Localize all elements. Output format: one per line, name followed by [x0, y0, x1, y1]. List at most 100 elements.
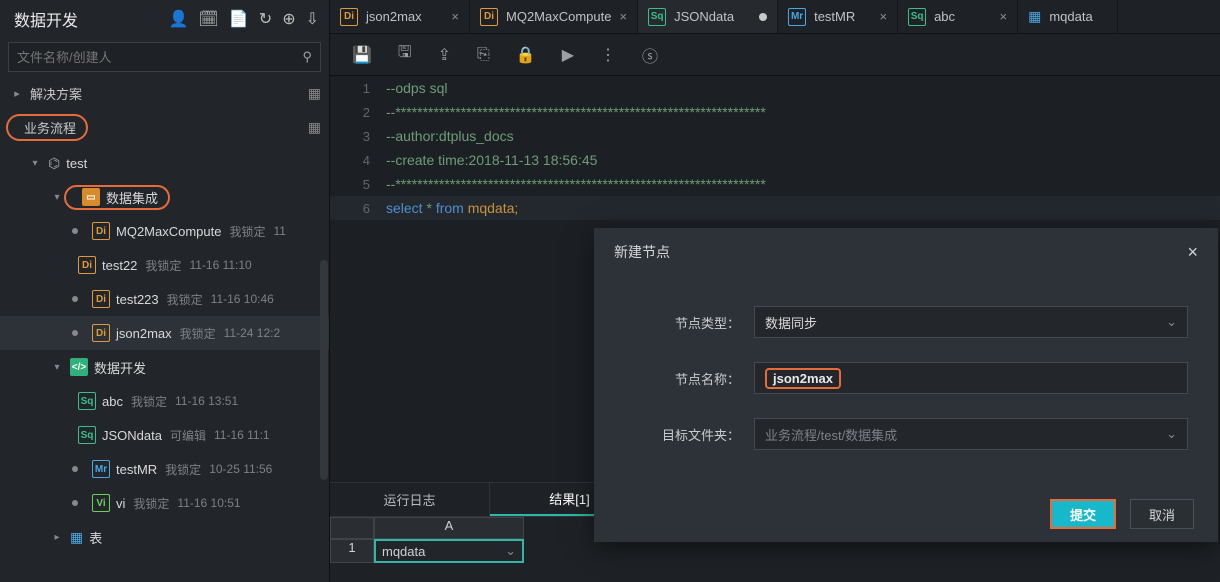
chevron-down-icon: ▾ [50, 362, 64, 373]
chevron-right-icon: ▸ [10, 87, 24, 100]
chevron-down-icon: ▾ [50, 192, 64, 203]
dropdown-icon[interactable]: ⌄ [505, 543, 516, 559]
grid-cell[interactable]: mqdata ⌄ [374, 539, 524, 563]
tree-item-name: JSONdata [102, 428, 162, 443]
tab-bar: Di json2max × Di MQ2MaxCompute × Sq JSON… [330, 0, 1220, 34]
code-text: --**************************************… [386, 104, 766, 120]
more-icon[interactable]: ⋮ [600, 45, 616, 65]
close-icon[interactable]: × [879, 9, 887, 24]
submit-icon[interactable]: ⇪ [438, 45, 451, 65]
code-text: --create time:2018-11-13 18:56:45 [386, 152, 597, 168]
tree-item[interactable]: Di json2max 我锁定 11-24 12:2 [0, 316, 329, 350]
tab-log[interactable]: 运行日志 [330, 483, 490, 516]
node-type-select[interactable]: 数据同步 ⌄ [754, 306, 1188, 338]
sidebar-scrollbar[interactable] [320, 260, 328, 480]
tree-item[interactable]: Sq abc 我锁定 11-16 13:51 [0, 384, 329, 418]
tab-mq2max[interactable]: Di MQ2MaxCompute × [470, 0, 638, 33]
tree-item-name: abc [102, 394, 123, 409]
dirty-indicator [759, 13, 767, 21]
tree-item-time: 11-24 12:2 [224, 326, 281, 340]
section-flows[interactable]: 业务流程 ▦ [0, 110, 329, 144]
tab-abc[interactable]: Sq abc × [898, 0, 1018, 33]
grid-icon[interactable]: ▦ [308, 85, 319, 102]
submit-button[interactable]: 提交 [1050, 499, 1116, 529]
tree-item[interactable]: Sq JSONdata 可编辑 11-16 11:1 [0, 418, 329, 452]
tree-item[interactable]: Di test223 我锁定 11-16 10:46 [0, 282, 329, 316]
grid-row-header[interactable]: 1 [330, 539, 374, 563]
sq-icon: Sq [78, 426, 96, 444]
tree-item-meta: 我锁定 [167, 291, 203, 308]
tree-item-time: 11-16 13:51 [175, 394, 238, 408]
code-text: --odps sql [386, 80, 447, 96]
tree-node-dev[interactable]: ▾ </> 数据开发 [0, 350, 329, 384]
save-icon[interactable]: 💾 [352, 45, 372, 65]
sq-icon: Sq [908, 8, 926, 26]
tab-json2max[interactable]: Di json2max × [330, 0, 470, 33]
grid-corner[interactable] [330, 517, 374, 539]
deploy-icon[interactable]: ⎘ [477, 46, 490, 64]
tree-node-test[interactable]: ▾ ⌬ test [0, 146, 329, 180]
sq-icon: Sq [648, 8, 666, 26]
import-icon[interactable]: ⇩ [306, 9, 319, 29]
chevron-right-icon: ▸ [50, 532, 64, 543]
table-icon: ▦ [1028, 8, 1041, 25]
tree-node-tables[interactable]: ▸ ▦ 表 [0, 520, 329, 554]
status-dot [72, 466, 78, 472]
table-icon: ▦ [70, 529, 83, 546]
tab-label: mqdata [1049, 9, 1092, 24]
code-keyword: from [436, 200, 464, 216]
status-dot [72, 296, 78, 302]
close-icon[interactable]: × [619, 9, 627, 24]
close-icon[interactable]: × [999, 9, 1007, 24]
locate-icon[interactable]: ⊕ [282, 9, 295, 29]
mr-icon: Mr [788, 8, 806, 26]
tab-mqdata[interactable]: ▦ mqdata [1018, 0, 1118, 33]
tab-testmr[interactable]: Mr testMR × [778, 0, 898, 33]
target-folder-select[interactable]: 业务流程/test/数据集成 ⌄ [754, 418, 1188, 450]
tab-jsondata[interactable]: Sq JSONdata [638, 0, 778, 33]
save-all-icon[interactable]: 🖫 [398, 41, 412, 68]
tree-item[interactable]: Di MQ2MaxCompute 我锁定 11 [0, 214, 329, 248]
tree-node-integration[interactable]: ▾ ▭ 数据集成 [0, 180, 329, 214]
tree-item-meta: 我锁定 [131, 393, 167, 410]
sidebar-search[interactable]: ⚲ [8, 42, 321, 72]
di-icon: Di [92, 290, 110, 308]
tree-item-meta: 我锁定 [180, 325, 216, 342]
di-icon: Di [78, 256, 96, 274]
user-icon[interactable]: 👤 [169, 9, 189, 29]
chevron-down-icon: ⌄ [1166, 426, 1177, 442]
tree-node-label: 数据集成 [106, 188, 158, 207]
grid-col-header[interactable]: A [374, 517, 524, 539]
vi-icon: Vi [92, 494, 110, 512]
grid-icon[interactable]: ▦ [308, 119, 319, 136]
tree-item[interactable]: Di test22 我锁定 11-16 11:10 [0, 248, 329, 282]
status-dot [72, 500, 78, 506]
code-keyword: select [386, 200, 423, 216]
code-text: mqdata; [464, 200, 518, 216]
status-dot [72, 330, 78, 336]
section-solutions[interactable]: ▸ 解决方案 ▦ [0, 76, 329, 110]
cancel-button[interactable]: 取消 [1130, 499, 1194, 529]
chevron-down-icon: ▾ [28, 158, 42, 169]
run-icon[interactable]: ▶ [562, 45, 574, 65]
close-icon[interactable]: × [451, 9, 459, 24]
tree-item[interactable]: Mr testMR 我锁定 10-25 11:56 [0, 452, 329, 486]
chevron-down-icon: ⌄ [1166, 314, 1177, 330]
node-name-input[interactable]: json2max [754, 362, 1188, 394]
field-label-folder: 目标文件夹： [624, 425, 754, 444]
select-placeholder: 业务流程/test/数据集成 [765, 425, 897, 444]
refresh-icon[interactable]: ↻ [259, 9, 272, 29]
tree-item-time: 10-25 11:56 [209, 462, 272, 476]
filter-icon[interactable]: ⚲ [302, 49, 312, 65]
close-icon[interactable]: × [1187, 242, 1198, 263]
lock-icon[interactable]: 🔒 [516, 45, 536, 65]
tree-item-name: vi [116, 496, 125, 511]
new-file-icon[interactable]: 📄 [229, 9, 249, 29]
cost-icon[interactable]: ⓢ [642, 43, 658, 67]
calendar-icon[interactable]: 🗓 [199, 9, 219, 29]
sidebar-title: 数据开发 [14, 7, 78, 31]
tree-item[interactable]: Vi vi 我锁定 11-16 10:51 [0, 486, 329, 520]
search-input[interactable] [17, 50, 302, 65]
create-node-modal: 新建节点 × 节点类型： 数据同步 ⌄ 节点名称： json2max 目标文件夹… [594, 228, 1218, 542]
code-text: --**************************************… [386, 176, 766, 192]
